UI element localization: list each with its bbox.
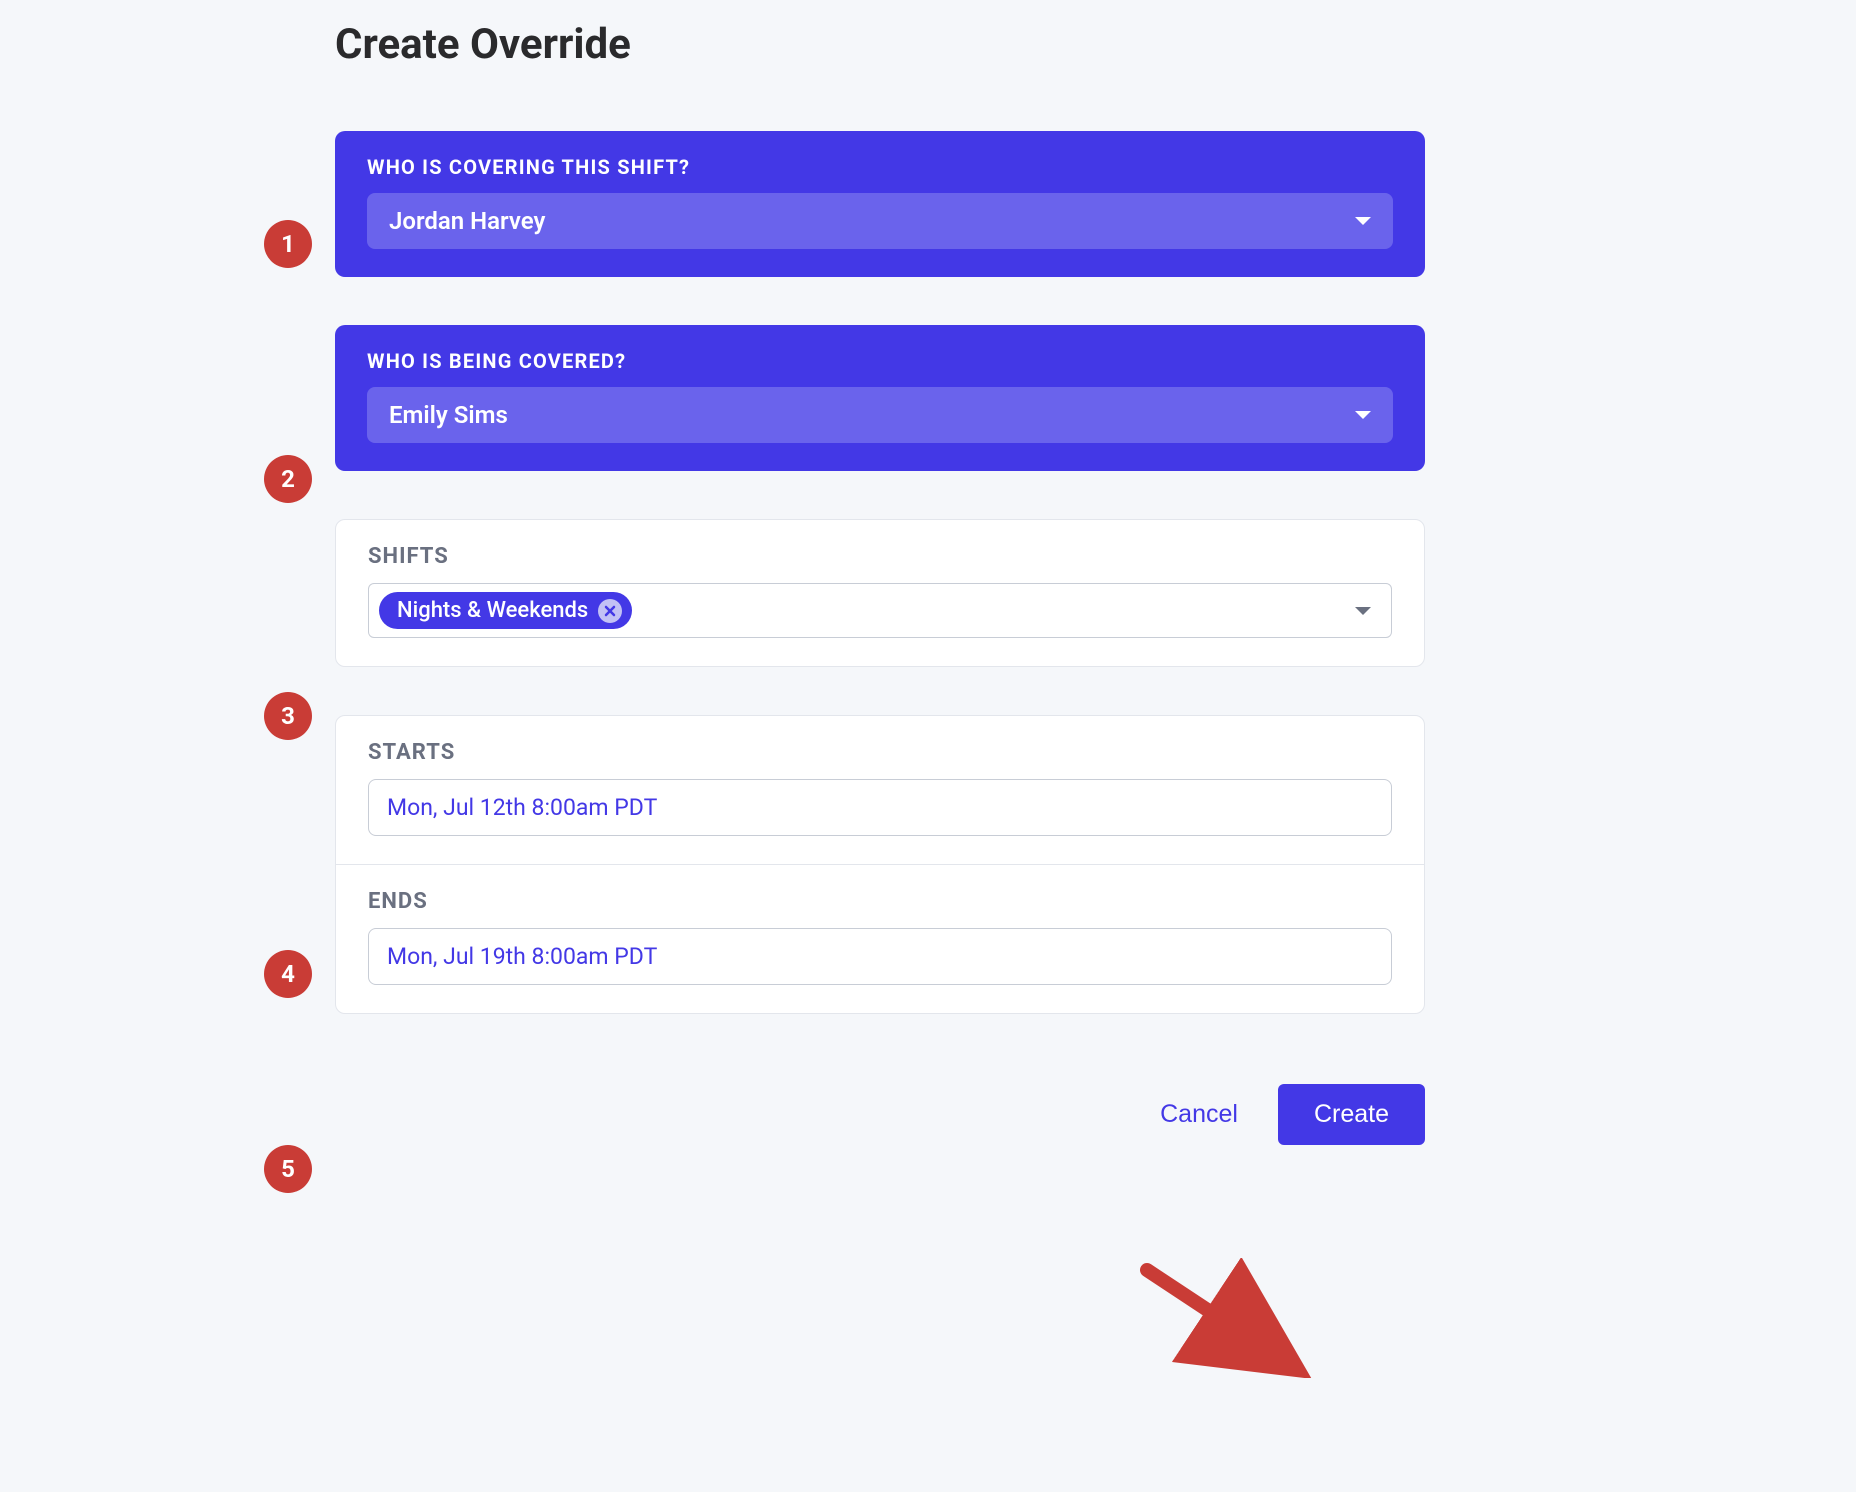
- covering-select[interactable]: Jordan Harvey: [367, 193, 1393, 249]
- covered-label: WHO IS BEING COVERED?: [367, 349, 1393, 373]
- shifts-card: SHIFTS Nights & Weekends: [335, 519, 1425, 667]
- annotation-dot-1: 1: [264, 220, 312, 268]
- ends-input[interactable]: [368, 928, 1392, 985]
- button-row: Cancel Create: [335, 1084, 1425, 1145]
- starts-section: STARTS: [336, 716, 1424, 864]
- starts-input[interactable]: [368, 779, 1392, 836]
- covering-value: Jordan Harvey: [389, 207, 545, 235]
- covering-label: WHO IS COVERING THIS SHIFT?: [367, 155, 1393, 179]
- covering-card: WHO IS COVERING THIS SHIFT? Jordan Harve…: [335, 131, 1425, 277]
- starts-label: STARTS: [368, 740, 1392, 765]
- ends-label: ENDS: [368, 889, 1392, 914]
- caret-down-icon: [1355, 217, 1371, 225]
- create-button[interactable]: Create: [1278, 1084, 1425, 1145]
- annotation-arrow-icon: [1135, 1258, 1315, 1378]
- page-title: Create Override: [335, 20, 1425, 69]
- annotation-dot-3: 3: [264, 692, 312, 740]
- covered-value: Emily Sims: [389, 401, 508, 429]
- annotation-dot-2: 2: [264, 455, 312, 503]
- time-card: STARTS ENDS: [335, 715, 1425, 1014]
- covered-select[interactable]: Emily Sims: [367, 387, 1393, 443]
- ends-section: ENDS: [336, 864, 1424, 1013]
- chip-close-icon[interactable]: [598, 599, 622, 623]
- shift-chip-label: Nights & Weekends: [397, 598, 588, 623]
- create-override-form: Create Override WHO IS COVERING THIS SHI…: [335, 20, 1425, 1145]
- caret-down-icon: [1355, 411, 1371, 419]
- annotation-dot-4: 4: [264, 950, 312, 998]
- shift-chip: Nights & Weekends: [379, 592, 632, 629]
- cancel-button[interactable]: Cancel: [1150, 1088, 1248, 1141]
- annotation-dot-5: 5: [264, 1145, 312, 1193]
- covered-card: WHO IS BEING COVERED? Emily Sims: [335, 325, 1425, 471]
- caret-down-icon: [1355, 607, 1371, 615]
- shifts-label: SHIFTS: [368, 544, 1392, 569]
- shifts-select[interactable]: Nights & Weekends: [368, 583, 1392, 638]
